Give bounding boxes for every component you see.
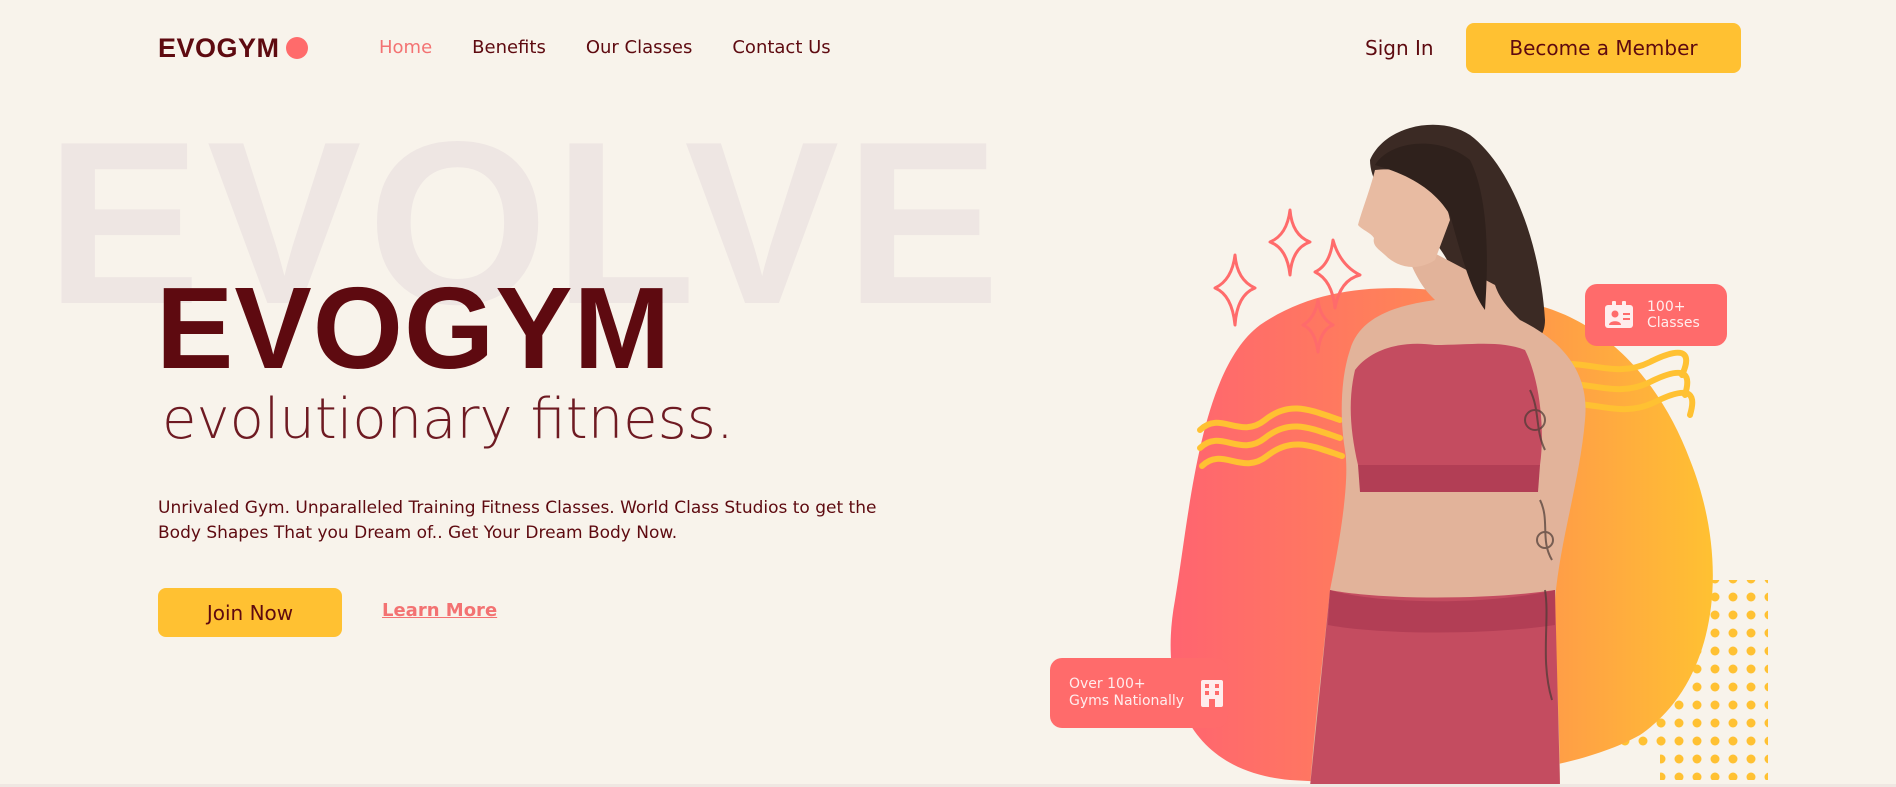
join-now-button[interactable]: Join Now <box>158 588 342 637</box>
top-navigation: EVOGYM Home Benefits Our Classes Contact… <box>0 0 1896 96</box>
gyms-stat-count: Over 100+ <box>1069 676 1146 692</box>
classes-stat-card: 100+ Classes <box>1585 284 1727 346</box>
nav-link-home[interactable]: Home <box>379 37 432 58</box>
gyms-stat-label: Gyms Nationally <box>1069 693 1185 709</box>
hero-description: Unrivaled Gym. Unparalleled Training Fit… <box>158 498 877 543</box>
gyms-stat-text: Over 100+ Gyms Nationally <box>1069 676 1184 710</box>
classes-stat-count: 100+ <box>1647 299 1686 315</box>
building-icon <box>1201 680 1224 707</box>
hero-subtitle: evolutionary fitness. <box>162 387 734 452</box>
brand-logo-text: EVOGYM <box>158 32 280 63</box>
learn-more-link[interactable]: Learn More <box>382 600 497 621</box>
brand-dot-icon <box>285 37 308 59</box>
nav-link-contact-us[interactable]: Contact Us <box>732 37 830 58</box>
become-member-button[interactable]: Become a Member <box>1466 23 1741 73</box>
classes-stat-label: Classes <box>1647 315 1700 331</box>
id-card-icon <box>1605 301 1633 328</box>
athlete-figure <box>1310 124 1586 787</box>
classes-stat-text: 100+ Classes <box>1647 299 1700 331</box>
gyms-stat-card: Over 100+ Gyms Nationally <box>1050 658 1228 728</box>
nav-link-benefits[interactable]: Benefits <box>472 37 546 58</box>
sign-in-link[interactable]: Sign In <box>1365 36 1434 60</box>
nav-link-our-classes[interactable]: Our Classes <box>586 37 693 58</box>
hero-title: EVOGYM <box>156 263 672 393</box>
brand-logo[interactable]: EVOGYM <box>158 32 308 64</box>
nav-links: Home Benefits Our Classes Contact Us <box>379 37 831 58</box>
